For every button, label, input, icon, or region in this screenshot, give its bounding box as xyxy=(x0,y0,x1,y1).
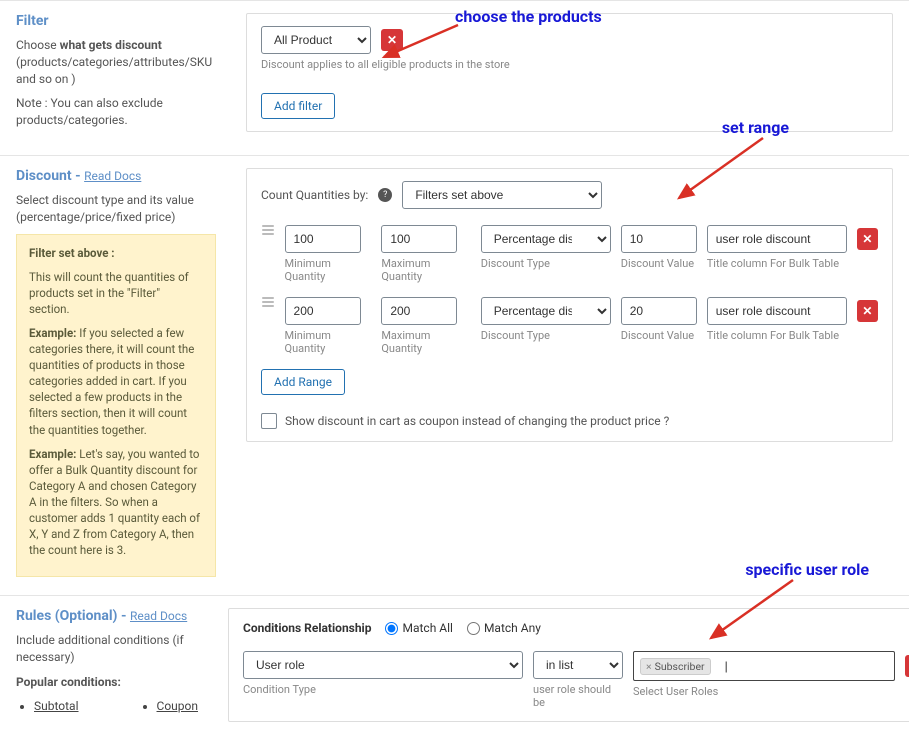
add-filter-button[interactable]: Add filter xyxy=(261,93,335,119)
tag-remove-icon[interactable]: × xyxy=(646,660,652,673)
min-qty-input[interactable] xyxy=(285,297,361,325)
discount-body: Count Quantities by: ? Filters set above… xyxy=(230,168,909,577)
min-qty-input[interactable] xyxy=(285,225,361,253)
max-qty-input[interactable] xyxy=(381,225,457,253)
discount-value-input[interactable] xyxy=(621,297,697,325)
drag-handle[interactable] xyxy=(261,297,275,307)
filter-section: Filter Choose what gets discount (produc… xyxy=(0,0,909,155)
cond-rel-label: Conditions Relationship xyxy=(243,621,371,635)
popular-coupon[interactable]: Coupon xyxy=(157,699,198,713)
filter-panel: All Products ✕ Discount applies to all e… xyxy=(246,13,893,132)
rules-popular-label: Popular conditions: xyxy=(16,674,198,691)
condition-type-select[interactable]: User role xyxy=(243,651,523,679)
range-row: Minimum QuantityMaximum QuantityPercenta… xyxy=(261,225,878,283)
rules-sub: Include additional conditions (if necess… xyxy=(16,632,198,666)
filter-product-select[interactable]: All Products xyxy=(261,26,371,54)
range-row: Minimum QuantityMaximum QuantityPercenta… xyxy=(261,297,878,355)
discount-sidebar: Discount - Read Docs Select discount typ… xyxy=(0,168,230,577)
count-label: Count Quantities by: xyxy=(261,188,368,202)
discount-sub: Select discount type and its value (perc… xyxy=(16,192,216,226)
filter-title: Filter xyxy=(16,13,216,29)
rules-docs-link[interactable]: Read Docs xyxy=(130,609,187,623)
cond-op-label: user role should be xyxy=(533,683,623,709)
user-roles-input[interactable] xyxy=(717,656,888,676)
rules-panel: Conditions Relationship Match All Match … xyxy=(228,608,909,722)
condition-op-select[interactable]: in list xyxy=(533,651,623,679)
coupon-checkbox-label: Show discount in cart as coupon instead … xyxy=(285,414,669,428)
max-qty-input[interactable] xyxy=(381,297,457,325)
delete-filter-button[interactable]: ✕ xyxy=(381,29,403,51)
min-qty-label: Minimum Quantity xyxy=(285,257,372,283)
discount-value-input[interactable] xyxy=(621,225,697,253)
drag-handle[interactable] xyxy=(261,225,275,235)
discount-section: Discount - Read Docs Select discount typ… xyxy=(0,155,909,595)
info-icon: ? xyxy=(378,188,392,202)
coupon-checkbox[interactable] xyxy=(261,413,277,429)
rules-body: Conditions Relationship Match All Match … xyxy=(212,608,909,722)
user-roles-multiselect[interactable]: × Subscriber xyxy=(633,651,895,681)
add-range-button[interactable]: Add Range xyxy=(261,369,345,395)
cond-type-label: Condition Type xyxy=(243,683,523,696)
match-all-radio[interactable]: Match All xyxy=(385,621,452,635)
delete-range-button[interactable]: ✕ xyxy=(857,300,878,322)
rules-title: Rules (Optional) - Read Docs xyxy=(16,608,198,624)
popular-subtotal[interactable]: Subtotal xyxy=(34,699,79,713)
popular-conditions: Subtotal Coupon xyxy=(16,699,198,717)
filter-desc: Choose what gets discount (products/cate… xyxy=(16,37,216,87)
discount-title: Discount - Read Docs xyxy=(16,168,216,184)
rules-sidebar: Rules (Optional) - Read Docs Include add… xyxy=(0,608,212,722)
discount-note-box: Filter set above : This will count the q… xyxy=(16,234,216,578)
title-column-input[interactable] xyxy=(707,297,847,325)
tag-subscriber[interactable]: × Subscriber xyxy=(640,658,711,675)
discount-type-select[interactable]: Percentage discount xyxy=(481,297,611,325)
filter-help: Discount applies to all eligible product… xyxy=(261,58,878,71)
discount-type-select[interactable]: Percentage discount xyxy=(481,225,611,253)
title-column-input[interactable] xyxy=(707,225,847,253)
discount-panel: Count Quantities by: ? Filters set above… xyxy=(246,168,893,442)
select-roles-label: Select User Roles xyxy=(633,685,895,698)
discount-docs-link[interactable]: Read Docs xyxy=(84,169,141,183)
match-any-radio[interactable]: Match Any xyxy=(467,621,541,635)
filter-body: All Products ✕ Discount applies to all e… xyxy=(230,13,909,137)
delete-condition-button[interactable]: ✕ xyxy=(905,655,909,677)
rules-section: Rules (Optional) - Read Docs Include add… xyxy=(0,595,909,740)
filter-note: Note : You can also exclude products/cat… xyxy=(16,95,216,129)
delete-range-button[interactable]: ✕ xyxy=(857,228,878,250)
count-quantities-select[interactable]: Filters set above xyxy=(402,181,602,209)
filter-sidebar: Filter Choose what gets discount (produc… xyxy=(0,13,230,137)
